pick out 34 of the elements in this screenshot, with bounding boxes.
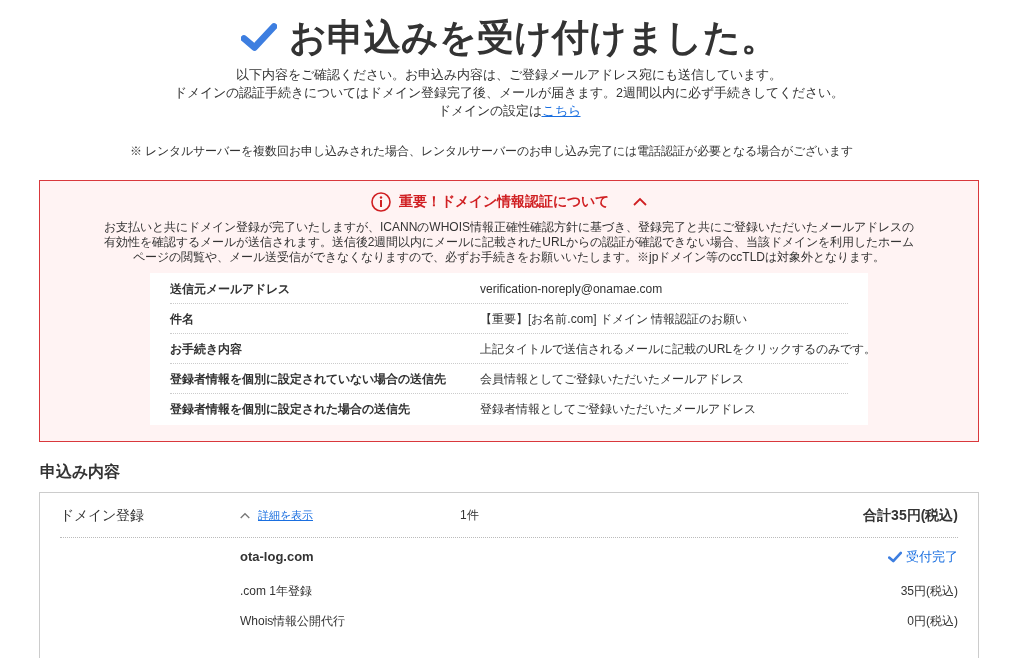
chevron-up-icon[interactable] [633, 197, 647, 206]
page-title: お申込みを受け付けました。 [288, 18, 778, 56]
table-value: 登録者情報としてご登録いただいたメールアドレス [480, 401, 756, 418]
info-icon [371, 191, 391, 212]
chevron-up-icon[interactable] [240, 511, 250, 519]
intro-text: ドメインの設定は [437, 103, 542, 120]
intro-text: 以下内容をご確認ください。お申込み内容は、ご登録メールアドレス宛にも送信しています。 [236, 67, 782, 84]
domain-name: ota-log.com [240, 548, 314, 567]
item-count: 1件 [460, 507, 479, 524]
settings-link[interactable]: こちら [541, 102, 581, 120]
status-text: 受付完了 [906, 548, 958, 567]
line-item: Whois情報公開代行 [240, 613, 346, 630]
details-link[interactable]: 詳細を表示 [258, 506, 313, 524]
table-value: 上記タイトルで送信されるメールに記載のURLをクリックするのみです。 [480, 340, 876, 358]
table-label: 件名 [170, 310, 195, 328]
line-price: 0円(税込) [907, 613, 958, 630]
intro-text: ドメインの認証手続きについてはドメイン登録完了後、メールが届きます。2週間以内に必ず手続きしてください。 [174, 85, 844, 102]
notice-body: お支払いと共にドメイン登録が完了いたしますが、ICANNのWHOIS情報正確性確認方針に基づき、登録完了と共にご登録いただいたメールアドレスの有効性を確認するメールが送信されます。送信後2週間以内にメールに記載されたURLからの認証が確認できない場合、当該ドメインを利用したホームページの閲覧や、メール送受信ができなくなりますので、必ずお手続きをお願いいたします。※jpドメイン等のccTLDは対象外となります。 [102, 220, 916, 265]
table-label: 送信元メールアドレス [170, 280, 291, 298]
line-price: 35円(税込) [900, 583, 958, 600]
table-label: お手続き内容 [170, 340, 243, 358]
table-value: 【重要】[お名前.com] ドメイン 情報認証のお願い [480, 310, 748, 328]
order-item-name: ドメイン登録 [60, 505, 145, 525]
table-label: 登録者情報を個別に設定されていない場合の送信先 [170, 370, 447, 388]
notice-title: 重要！ドメイン情報認証について [399, 192, 609, 211]
section-heading: 申込み内容 [40, 462, 121, 482]
table-value: 会員情報としてご登録いただいたメールアドレス [480, 370, 744, 388]
check-icon [240, 22, 277, 52]
order-total: 合計35円(税込) [863, 505, 958, 525]
line-item: .com 1年登録 [240, 583, 312, 600]
table-label: 登録者情報を個別に設定された場合の送信先 [170, 401, 411, 418]
table-value: verification-noreply@onamae.com [480, 280, 663, 298]
note-text: ※ レンタルサーバーを複数回お申し込みされた場合、レンタルサーバーのお申し込み完了には電話認証が必要となる場合がございます [130, 143, 855, 160]
check-icon [888, 551, 902, 563]
